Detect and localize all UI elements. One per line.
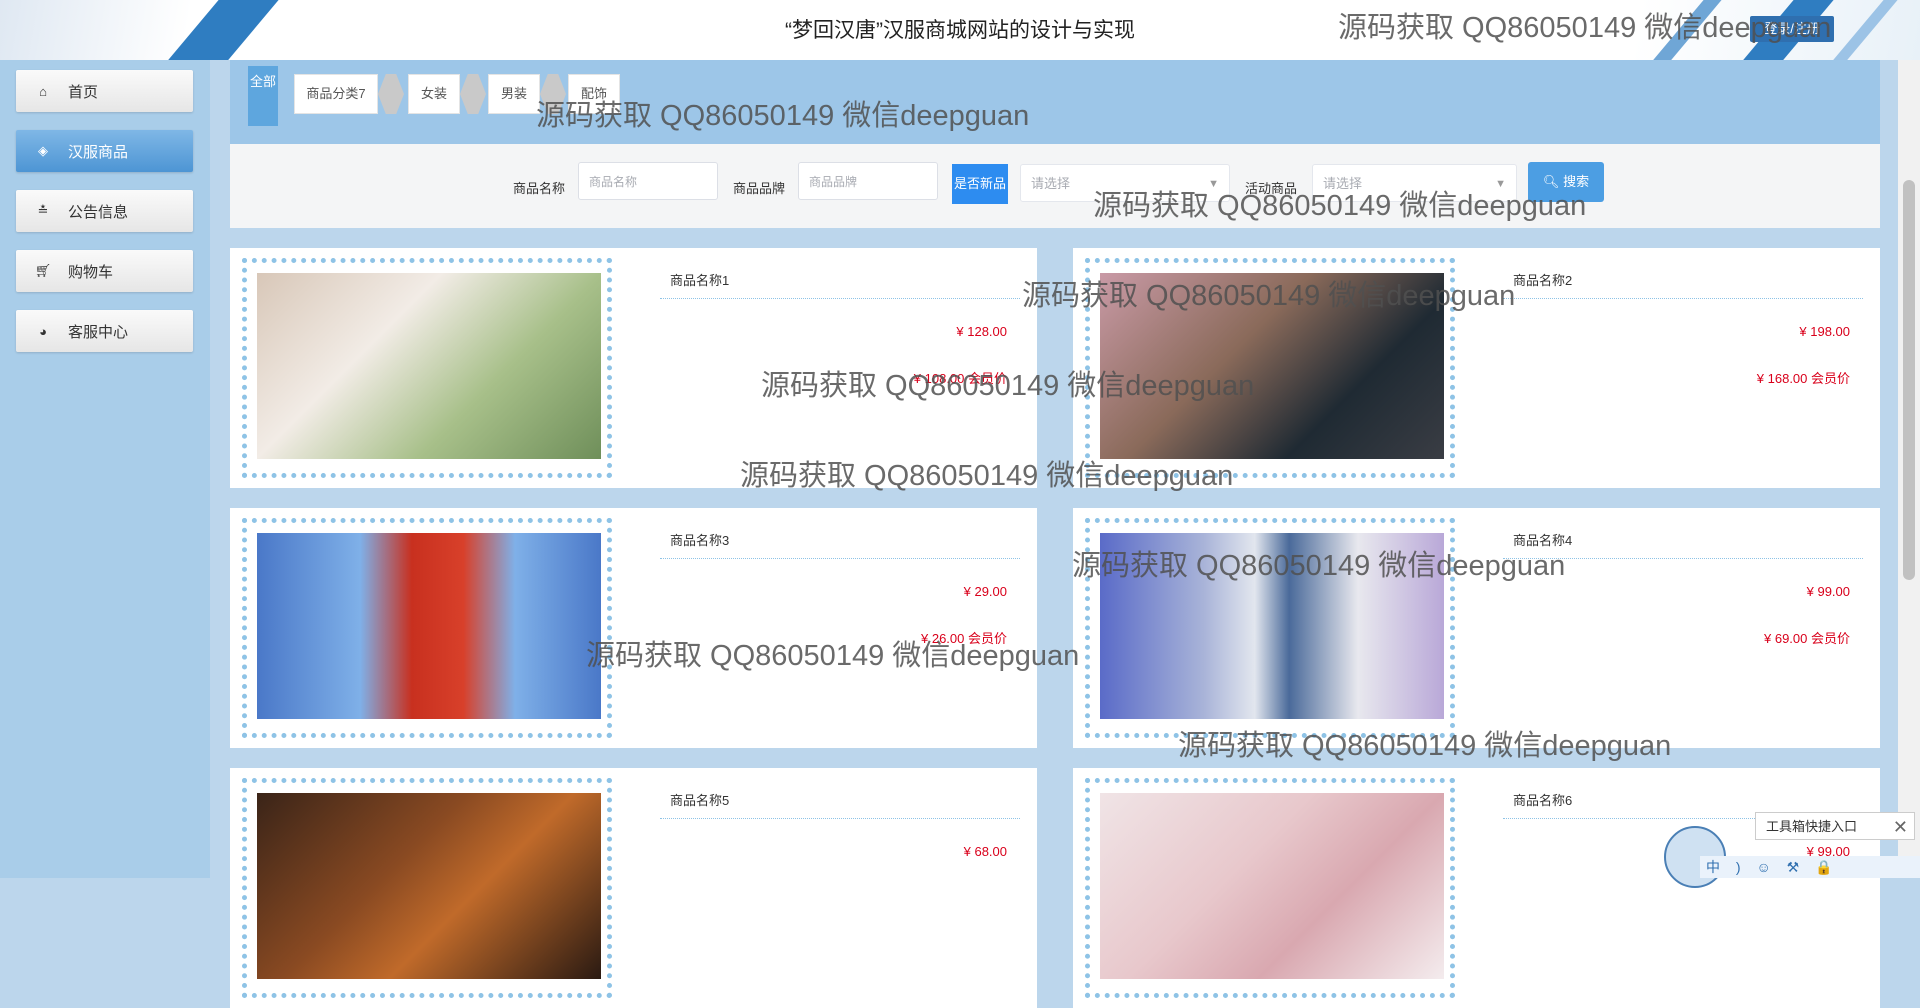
product-name[interactable]: 商品名称2 <box>1513 270 1572 289</box>
sidebar-item-label: 客服中心 <box>68 323 129 341</box>
category-bar: 全部 商品分类7 女装 男装 配饰 <box>230 60 1880 144</box>
product-price: ¥ 198.00 <box>1799 324 1850 339</box>
sidebar-item-support[interactable]: ◕ 客服中心 <box>16 310 193 352</box>
product-price: ¥ 29.00 <box>963 584 1007 599</box>
name-input[interactable]: 商品名称 <box>578 162 718 200</box>
product-image-frame <box>242 258 612 478</box>
sidebar-item-cart[interactable]: 🛒︎ 购物车 <box>16 250 193 292</box>
new-label: 是否新品 <box>952 164 1008 204</box>
search-button[interactable]: 🔍︎ 搜索 <box>1528 162 1604 202</box>
product-card[interactable]: 商品名称3 ¥ 29.00 ¥ 26.00 会员价 <box>230 508 1037 748</box>
divider <box>1503 298 1863 299</box>
home-icon: ⌂ <box>39 83 47 99</box>
login-button[interactable]: 登录/注册 <box>1750 16 1834 42</box>
page-title: “梦回汉唐”汉服商城网站的设计与实现 <box>785 19 1135 42</box>
sidebar-item-home[interactable]: ⌂ 首页 <box>16 70 193 112</box>
product-image-frame <box>242 778 612 998</box>
product-price: ¥ 68.00 <box>963 844 1007 859</box>
product-vip-price: ¥ 108.00 会员价 <box>913 371 1007 386</box>
toolbox-shortcut[interactable]: 工具箱快捷入口 ✕ <box>1755 812 1915 840</box>
sidebar-item-label: 首页 <box>68 83 99 101</box>
cube-icon: ◈ <box>38 143 48 158</box>
product-card[interactable]: 商品名称4 ¥ 99.00 ¥ 69.00 会员价 <box>1073 508 1880 748</box>
product-image[interactable] <box>257 533 601 719</box>
sliders-icon: ≛ <box>37 203 49 218</box>
product-image[interactable] <box>1100 793 1444 979</box>
divider <box>1503 558 1863 559</box>
tab-category7[interactable]: 商品分类7 <box>294 74 378 114</box>
product-card[interactable]: 商品名称5 ¥ 68.00 <box>230 768 1037 1008</box>
product-image-frame <box>1085 258 1455 478</box>
product-image[interactable] <box>257 273 601 459</box>
product-image[interactable] <box>1100 533 1444 719</box>
cart-icon: 🛒︎ <box>34 263 52 278</box>
product-name[interactable]: 商品名称6 <box>1513 790 1572 809</box>
brand-input[interactable]: 商品品牌 <box>798 162 938 200</box>
activity-select[interactable]: 请选择 ▼ <box>1312 164 1517 202</box>
search-button-label: 搜索 <box>1563 174 1590 189</box>
brand-label: 商品品牌 <box>733 181 786 196</box>
search-icon: 🔍︎ <box>1542 174 1560 189</box>
tab-separator <box>460 74 486 114</box>
chevron-down-icon: ▼ <box>1495 178 1506 190</box>
product-image[interactable] <box>1100 273 1444 459</box>
product-vip-price: ¥ 26.00 会员价 <box>921 631 1007 646</box>
site-header: “梦回汉唐”汉服商城网站的设计与实现 登录/注册 <box>0 0 1920 60</box>
sidebar-item-announcements[interactable]: ≛ 公告信息 <box>16 190 193 232</box>
product-vip-price: ¥ 69.00 会员价 <box>1764 631 1850 646</box>
product-name[interactable]: 商品名称5 <box>670 790 729 809</box>
product-price: ¥ 128.00 <box>956 324 1007 339</box>
new-select-value: 请选择 <box>1031 176 1071 191</box>
divider <box>660 558 1020 559</box>
ime-toolbar[interactable]: 中 ) ☺ ⚒ 🔒 <box>1700 856 1920 878</box>
product-card[interactable]: 商品名称2 ¥ 198.00 ¥ 168.00 会员价 <box>1073 248 1880 488</box>
product-vip-price: ¥ 168.00 会员价 <box>1756 371 1850 386</box>
product-name[interactable]: 商品名称1 <box>670 270 729 289</box>
name-label: 商品名称 <box>513 181 566 196</box>
tab-separator <box>540 74 566 114</box>
close-icon[interactable]: ✕ <box>1893 813 1908 841</box>
product-card[interactable]: 商品名称6 ¥ 99.00 <box>1073 768 1880 1008</box>
support-icon: ◕ <box>39 323 47 339</box>
divider <box>660 298 1020 299</box>
tab-all[interactable]: 全部 <box>248 66 278 126</box>
new-select[interactable]: 请选择 ▼ <box>1020 164 1230 202</box>
scrollbar[interactable] <box>1898 60 1920 878</box>
sidebar-item-label: 公告信息 <box>68 203 129 221</box>
product-card[interactable]: 商品名称1 ¥ 128.00 ¥ 108.00 会员价 <box>230 248 1037 488</box>
tab-separator <box>378 74 404 114</box>
activity-label: 活动商品 <box>1245 181 1298 196</box>
product-name[interactable]: 商品名称4 <box>1513 530 1572 549</box>
product-image-frame <box>1085 518 1455 738</box>
search-bar: 商品名称 商品名称 商品品牌 商品品牌 是否新品 请选择 ▼ 活动商品 请选择 … <box>230 144 1880 228</box>
tab-mens[interactable]: 男装 <box>488 74 540 114</box>
chevron-down-icon: ▼ <box>1208 178 1219 190</box>
scrollbar-thumb[interactable] <box>1903 180 1915 580</box>
product-image-frame <box>242 518 612 738</box>
sidebar-item-products[interactable]: ◈ 汉服商品 <box>16 130 193 172</box>
product-price: ¥ 99.00 <box>1806 584 1850 599</box>
product-image-frame <box>1085 778 1455 998</box>
tab-womens[interactable]: 女装 <box>408 74 460 114</box>
toolbox-label: 工具箱快捷入口 <box>1766 819 1858 834</box>
product-name[interactable]: 商品名称3 <box>670 530 729 549</box>
sidebar-item-label: 购物车 <box>68 263 114 281</box>
divider <box>660 818 1020 819</box>
activity-select-value: 请选择 <box>1323 176 1363 191</box>
main-content: 全部 商品分类7 女装 男装 配饰 商品名称 商品名称 商品品牌 商品品牌 是否… <box>230 60 1880 1008</box>
tab-accessories[interactable]: 配饰 <box>568 74 620 114</box>
product-image[interactable] <box>257 793 601 979</box>
sidebar-item-label: 汉服商品 <box>68 143 129 161</box>
sidebar: ⌂ 首页 ◈ 汉服商品 ≛ 公告信息 🛒︎ 购物车 ◕ 客服中心 <box>0 60 210 878</box>
